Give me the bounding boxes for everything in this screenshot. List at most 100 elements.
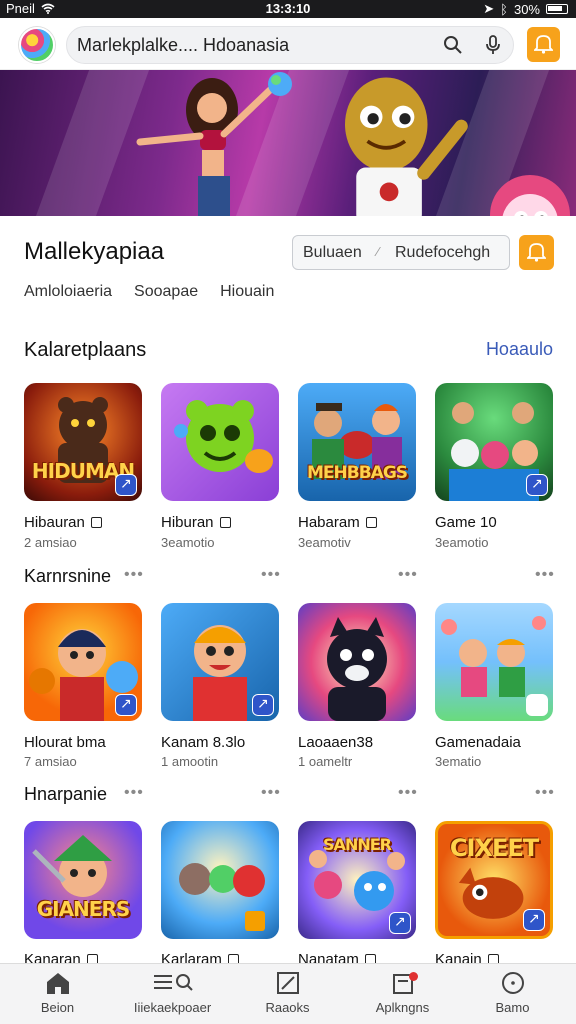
more-options-icon[interactable]: ••• <box>124 566 144 584</box>
nav-label: Iiiekaekpoaer <box>133 1000 212 1015</box>
game-art-monsters <box>179 863 265 931</box>
more-options-icon[interactable]: ••• <box>398 566 418 584</box>
search-icon[interactable] <box>443 35 463 55</box>
game-title: Hiburan <box>161 514 231 531</box>
more-options-icon[interactable]: ••• <box>261 784 281 802</box>
segment-separator: ∕ <box>377 244 380 259</box>
nav-browse[interactable]: Iiiekaekpoaer <box>115 970 230 1015</box>
heart-badge-icon[interactable] <box>526 694 548 716</box>
game-art-title: MEHBBAGS <box>306 463 408 483</box>
nav-profile[interactable]: Bamo <box>455 970 570 1015</box>
battery-icon <box>546 4 568 14</box>
game-subtitle: 7 amsiao <box>24 754 77 769</box>
game-title: Kanam 8.3lo <box>161 734 246 751</box>
search-input[interactable] <box>77 27 437 63</box>
game-subtitle: 2 amsiao <box>24 535 77 550</box>
segment-option-left[interactable]: Buluaen <box>303 244 362 262</box>
alert-button[interactable] <box>519 235 554 270</box>
filter-tab[interactable]: Hiouain <box>220 283 274 301</box>
share-badge-icon[interactable] <box>526 474 548 496</box>
game-art-characters <box>312 403 402 479</box>
bluetooth-icon: ᛒ <box>500 1 508 17</box>
game-subtitle: 3eamotiv <box>298 535 351 550</box>
game-title: Gamenadaia <box>435 734 521 751</box>
game-tile[interactable] <box>435 603 553 721</box>
microphone-icon[interactable] <box>483 34 503 56</box>
share-badge-icon[interactable] <box>115 474 137 496</box>
more-options-icon[interactable]: ••• <box>124 784 144 802</box>
see-all-link[interactable]: Hoaaulo <box>486 339 553 360</box>
share-badge-icon[interactable] <box>252 694 274 716</box>
lock-icon <box>365 517 377 528</box>
section-title: Karnrsnine <box>24 566 112 586</box>
game-title: Hibauran <box>24 514 102 531</box>
share-badge-icon[interactable] <box>115 694 137 716</box>
section-title: Hnarpanie <box>24 784 108 804</box>
share-badge-icon[interactable] <box>523 909 545 931</box>
nav-home[interactable]: Beion <box>0 970 115 1015</box>
banner-pink-character <box>490 175 570 216</box>
game-title: Game 10 <box>435 514 497 531</box>
featured-banner[interactable] <box>0 70 576 216</box>
edit-icon <box>276 972 299 994</box>
game-art-green-creature <box>174 400 273 473</box>
game-subtitle: 3eamotio <box>435 535 489 550</box>
nav-books[interactable]: Raaoks <box>230 970 345 1015</box>
game-subtitle: 3eamotio <box>161 535 215 550</box>
game-tile[interactable] <box>161 821 279 939</box>
game-art-black-bear <box>327 617 387 721</box>
game-art-title: SANNER <box>323 835 392 854</box>
home-icon <box>46 973 69 994</box>
lock-icon <box>219 517 231 528</box>
game-tile[interactable]: CIXEET <box>435 821 553 939</box>
nav-apps[interactable]: Aplkngns <box>345 970 460 1015</box>
banner-dancer-illustration <box>136 72 292 216</box>
app-logo-avatar[interactable] <box>19 27 55 63</box>
lock-icon <box>90 517 102 528</box>
page-title: Mallekyapiaa <box>24 238 165 265</box>
game-tile[interactable]: MEHBBAGS <box>298 383 416 501</box>
game-title: Habaram <box>298 514 377 531</box>
filter-tabs: Amloloiaeria Sooapae Hiouain <box>24 283 274 301</box>
game-tile[interactable] <box>298 603 416 721</box>
game-tile[interactable] <box>435 383 553 501</box>
game-tile[interactable] <box>161 603 279 721</box>
nav-label: Raaoks <box>265 1000 310 1015</box>
game-tile[interactable]: GIANERS <box>24 821 142 939</box>
game-art-title: GIANERS <box>36 897 131 921</box>
location-icon: ➤ <box>483 1 495 16</box>
more-options-icon[interactable]: ••• <box>398 784 418 802</box>
more-options-icon[interactable]: ••• <box>261 566 281 584</box>
sort-segment-control[interactable]: Buluaen ∕ Rudefocehgh <box>292 235 510 270</box>
game-art-title: CIXEET <box>449 834 539 862</box>
top-search-header <box>0 18 576 70</box>
game-tile[interactable]: SANNER <box>298 821 416 939</box>
nav-label: Bamo <box>495 1000 530 1015</box>
game-title: Hlourat bma <box>24 734 106 751</box>
notifications-button[interactable] <box>527 27 560 62</box>
game-subtitle: 1 amootin <box>161 754 219 769</box>
notification-dot-icon <box>409 972 418 981</box>
game-title: Laoaaen38 <box>298 734 374 751</box>
profile-circle-icon <box>501 972 524 994</box>
share-badge-icon[interactable] <box>389 912 411 934</box>
game-tile[interactable] <box>24 603 142 721</box>
more-options-icon[interactable]: ••• <box>535 784 555 802</box>
status-bar: Pneil 13:3:10 ➤ ᛒ 30% <box>0 0 576 18</box>
game-tile[interactable] <box>161 383 279 501</box>
banner-mascot-illustration <box>345 77 468 216</box>
section-title: Kalaretplaans <box>24 339 147 361</box>
search-list-icon <box>153 974 193 991</box>
bell-icon <box>534 35 553 54</box>
more-options-icon[interactable]: ••• <box>535 566 555 584</box>
nav-label: Beion <box>40 1000 75 1015</box>
search-bar[interactable] <box>66 26 514 64</box>
bell-icon <box>527 243 546 262</box>
game-subtitle: 1 oameltr <box>298 754 353 769</box>
filter-tab[interactable]: Amloloiaeria <box>24 283 112 301</box>
game-art-warrior <box>32 835 112 897</box>
filter-tab[interactable]: Sooapae <box>134 283 198 301</box>
game-subtitle: 3ematio <box>435 754 482 769</box>
game-tile[interactable]: HIDUMAN <box>24 383 142 501</box>
segment-option-right[interactable]: Rudefocehgh <box>395 244 490 262</box>
